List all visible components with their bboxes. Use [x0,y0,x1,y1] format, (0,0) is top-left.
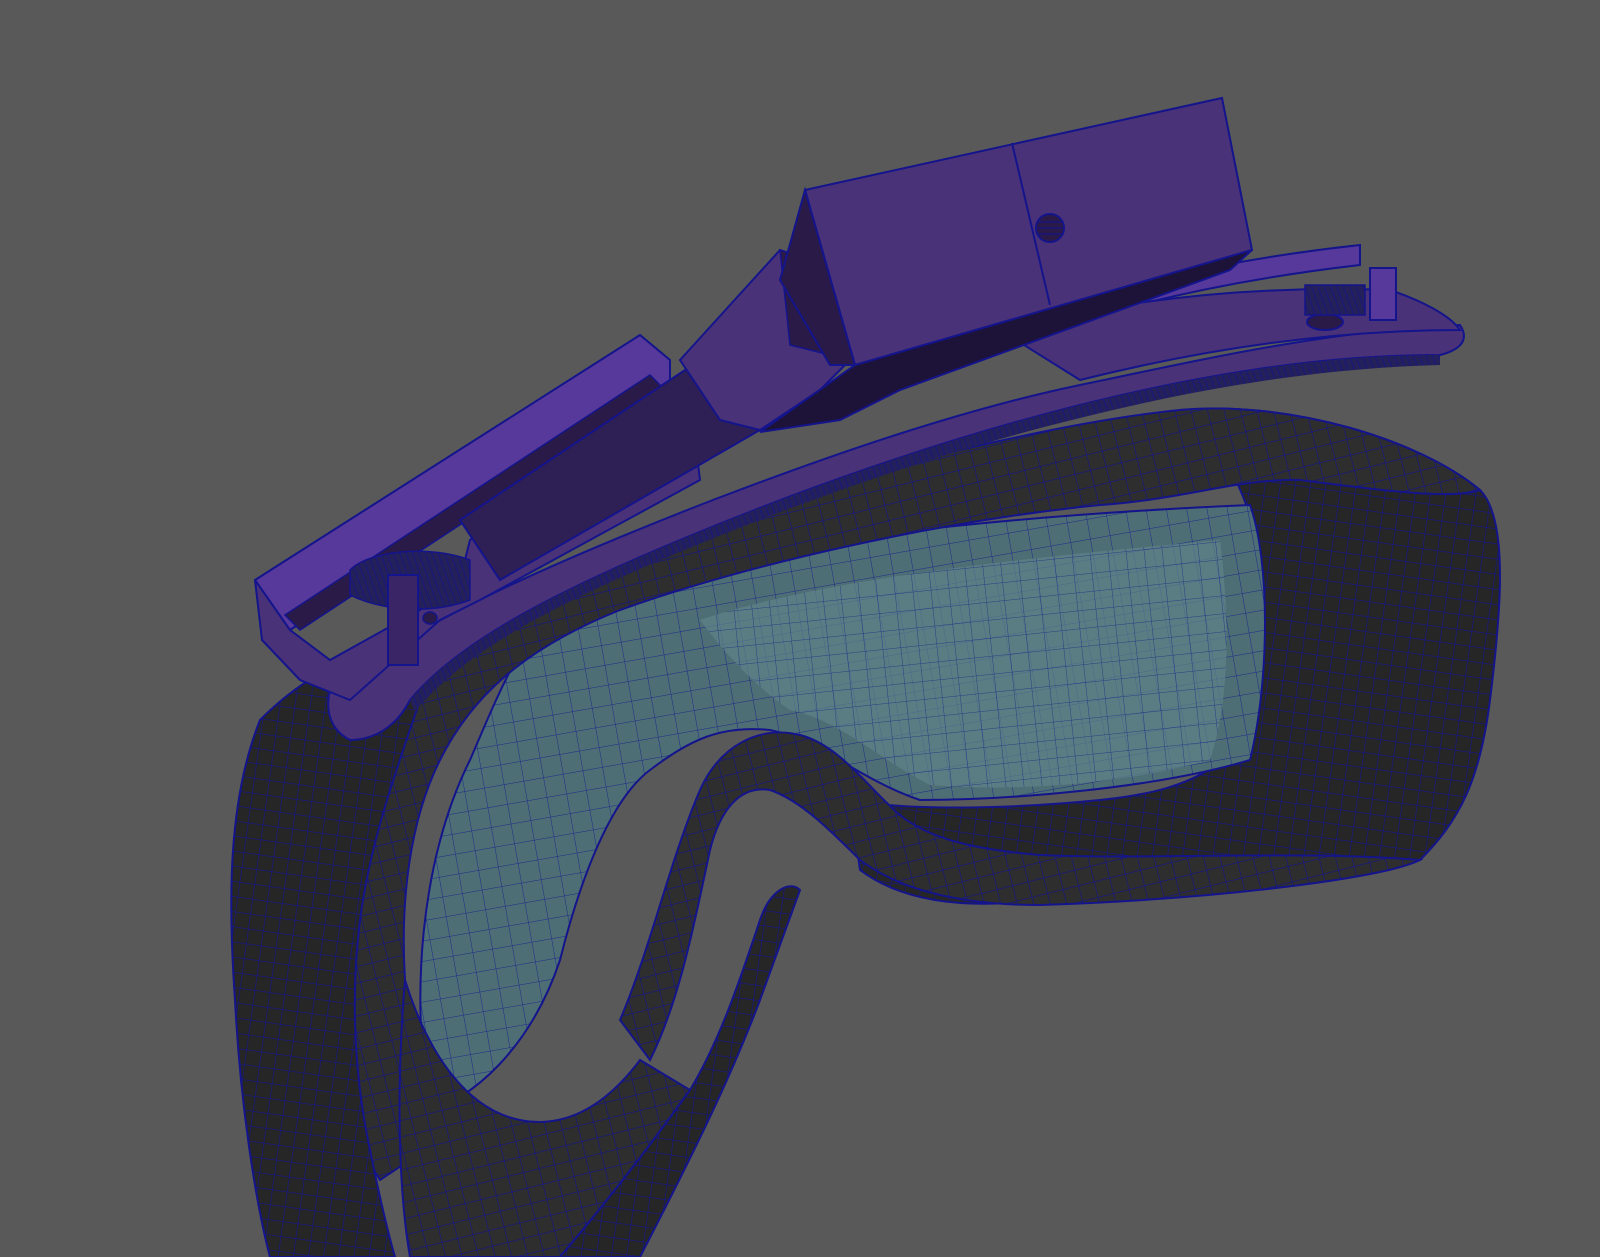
mount-left-post [387,574,419,666]
mount-left-hole [422,611,438,625]
mount-right-post [1369,267,1397,321]
3d-viewport[interactable] [0,0,1600,1257]
scene-render [230,96,1501,1257]
mount-right-hole [1306,313,1344,331]
mount-right-ring [1304,284,1366,316]
